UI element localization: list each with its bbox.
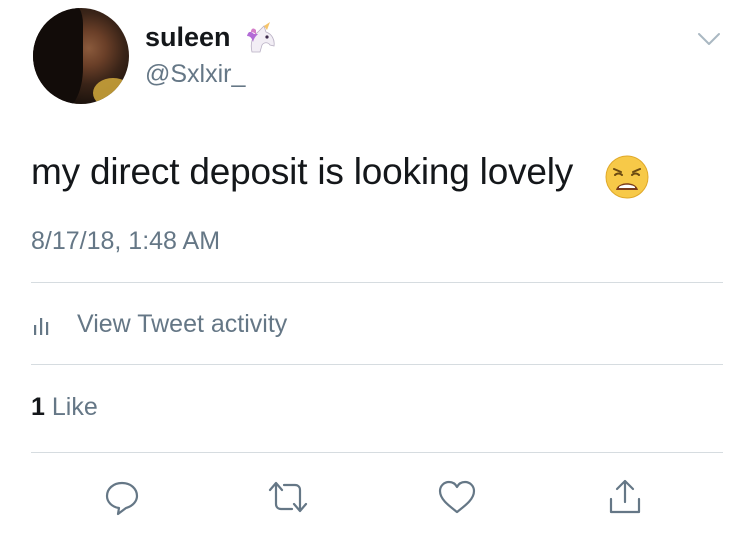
divider [31,364,723,365]
like-button[interactable] [435,475,479,519]
avatar-hair [33,8,83,104]
activity-label: View Tweet activity [77,309,288,338]
like-count: 1 [31,393,45,421]
divider [31,452,723,453]
avatar[interactable] [33,8,129,104]
likes-summary[interactable]: 1 Like [31,393,98,422]
tweet-timestamp[interactable]: 8/17/18, 1:48 AM [31,227,220,256]
avatar-accent [93,78,129,104]
weary-face-icon [605,155,649,199]
divider [31,282,723,283]
view-tweet-activity-link[interactable]: View Tweet activity [31,308,287,340]
like-label: Like [51,393,98,421]
display-name[interactable]: suleen [145,22,231,53]
retweet-icon [268,481,308,513]
retweet-button[interactable] [266,475,310,519]
tweet-text: my direct deposit is looking lovely [31,151,574,192]
user-handle[interactable]: @Sxlxir_ [145,60,245,89]
share-button[interactable] [603,475,647,519]
chevron-down-icon[interactable] [696,30,722,48]
heart-icon [438,480,476,514]
bar-chart-icon [34,318,49,335]
reply-button[interactable] [100,475,144,519]
reply-icon [105,481,139,516]
share-icon [609,479,641,514]
unicorn-icon [247,22,275,53]
